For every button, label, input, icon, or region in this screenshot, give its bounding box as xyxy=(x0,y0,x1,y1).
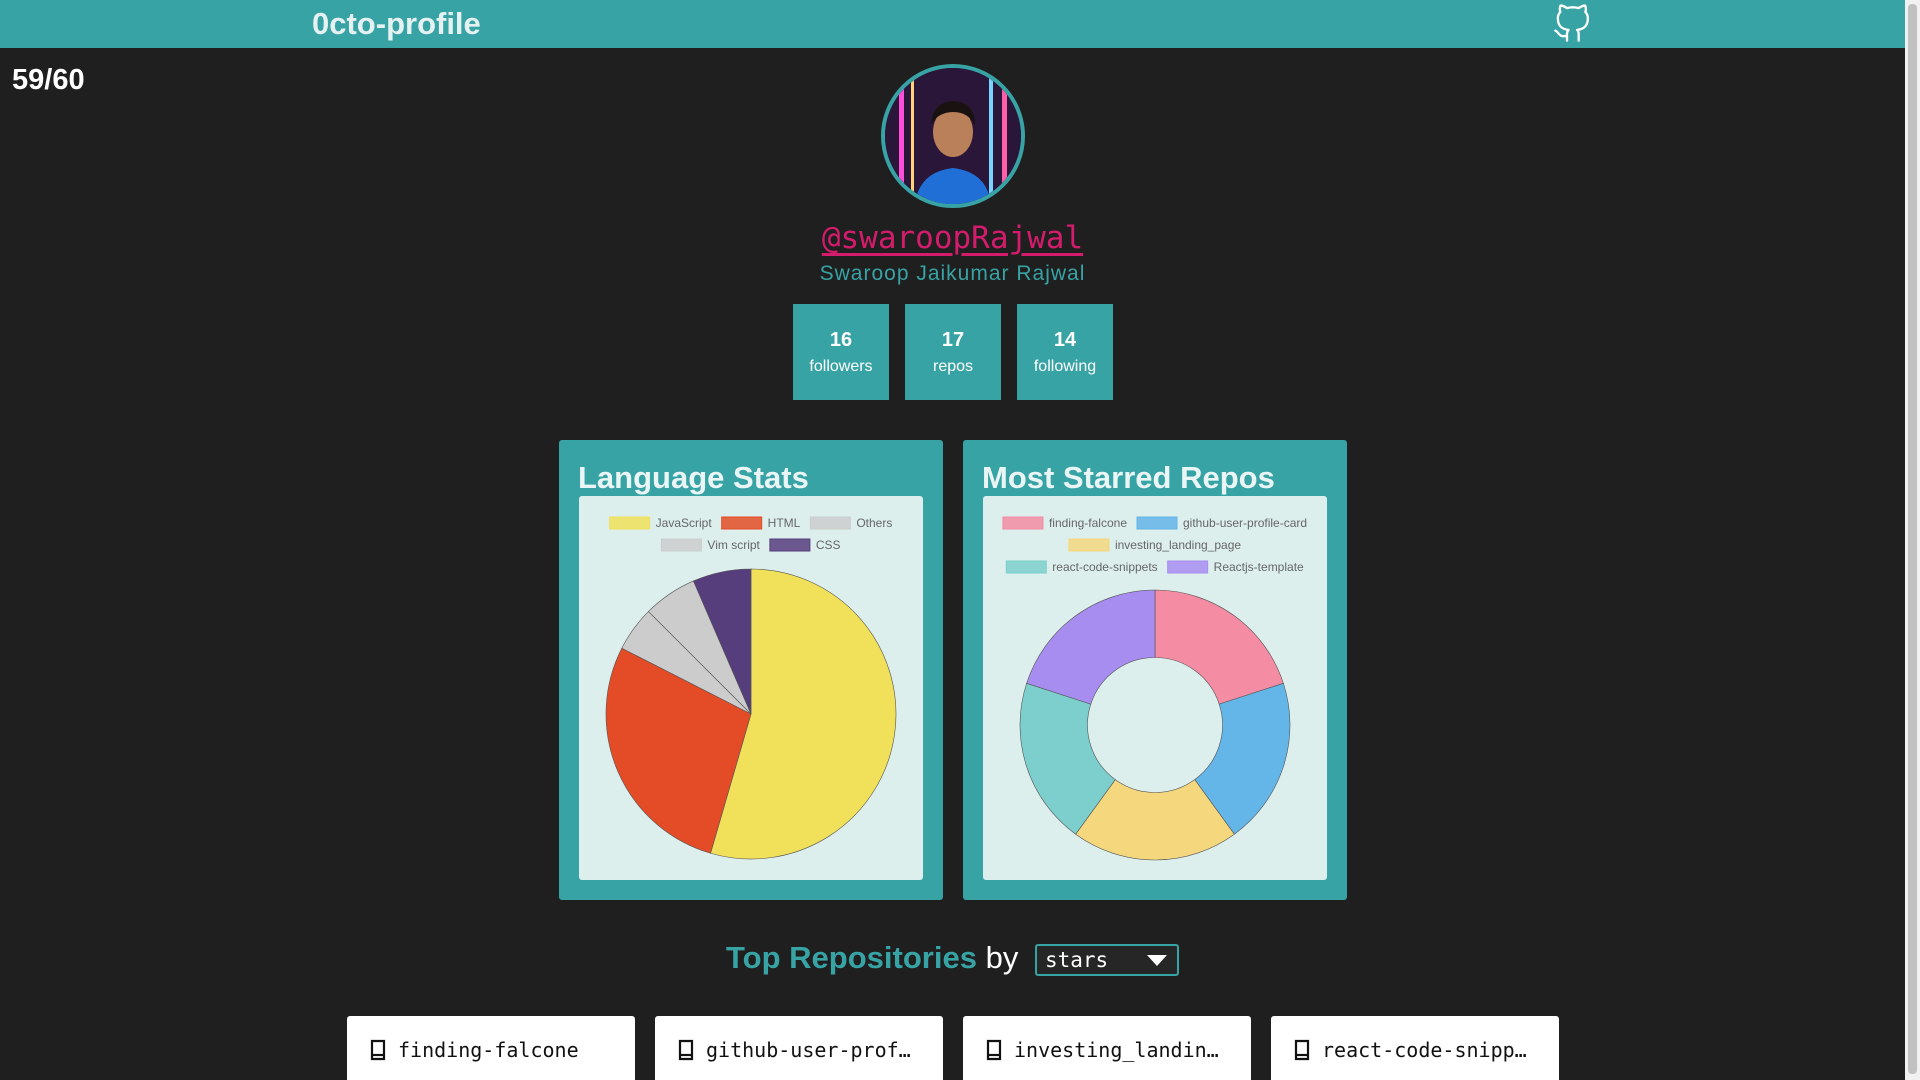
legend-swatch-github-user-profile-card[interactable] xyxy=(1136,516,1178,530)
top-navbar: 0cto-profile xyxy=(0,0,1905,48)
repo-card[interactable]: investing_landing_page xyxy=(963,1016,1251,1080)
legend-swatch-javascript[interactable] xyxy=(609,516,651,530)
language-stats-title: Language Stats xyxy=(578,460,809,495)
following-count: 14 xyxy=(1053,329,1077,351)
repo-name[interactable]: finding-falcone xyxy=(398,1038,613,1062)
legend-swatch-finding-falcone[interactable] xyxy=(1002,516,1044,530)
starred-chart-area: finding-falcone github-user-profile-card i… xyxy=(983,496,1327,880)
followers-label: followers xyxy=(809,358,873,375)
repo-name[interactable]: github-user-profile-card xyxy=(706,1038,921,1062)
book-icon xyxy=(370,1039,386,1061)
rate-limit-counter: 59/60 xyxy=(12,64,85,96)
legend-label-vim-script[interactable]: Vim script xyxy=(707,538,760,552)
repo-card[interactable]: finding-falcone xyxy=(347,1016,635,1080)
avatar xyxy=(881,64,1025,208)
repo-name[interactable]: react-code-snippets xyxy=(1322,1038,1537,1062)
most-starred-title: Most Starred Repos xyxy=(982,460,1275,495)
github-icon[interactable] xyxy=(1552,4,1592,44)
brand-title[interactable]: 0cto-profile xyxy=(312,6,481,42)
sort-select[interactable]: stars xyxy=(1034,943,1179,976)
legend-swatch-html[interactable] xyxy=(721,516,763,530)
repos-label: repos xyxy=(932,358,974,375)
legend-swatch-reactjs-template[interactable] xyxy=(1167,560,1209,574)
top-repos-title: Top Repositories xyxy=(726,940,977,975)
following-label: following xyxy=(1033,358,1097,375)
legend-label-github-user-profile-card[interactable]: github-user-profile-card xyxy=(1183,516,1307,530)
sort-select-value: stars xyxy=(1044,947,1109,972)
legend-swatch-vim-script[interactable] xyxy=(660,538,702,552)
legend-label-html[interactable]: HTML xyxy=(768,516,801,530)
starred-doughnut-chart: finding-falcone github-user-profile-card i… xyxy=(1002,516,1307,861)
repos-count: 17 xyxy=(941,329,965,351)
repo-name[interactable]: investing_landing_page xyxy=(1014,1038,1229,1062)
slice-finding-falcone[interactable] xyxy=(1154,589,1284,705)
legend-label-css[interactable]: CSS xyxy=(816,538,841,552)
followers-count: 16 xyxy=(829,329,853,351)
legend-label-investing-landing-page[interactable]: investing_landing_page xyxy=(1115,538,1241,552)
book-icon xyxy=(986,1039,1002,1061)
profile-login-link[interactable]: @swaroopRajwal xyxy=(0,220,1905,256)
legend-swatch-investing-landing-page[interactable] xyxy=(1068,538,1110,552)
following-stat: 14 following xyxy=(1017,304,1113,400)
avatar-image xyxy=(885,68,1021,204)
legend-swatch-others[interactable] xyxy=(809,516,851,530)
scrollbar-thumb[interactable] xyxy=(1908,4,1917,1074)
top-repos-heading: Top Repositories by stars xyxy=(0,940,1905,976)
repo-card[interactable]: react-code-snippets xyxy=(1271,1016,1559,1080)
legend-label-reactjs-template[interactable]: Reactjs-template xyxy=(1214,560,1304,574)
language-pie-chart: JavaScript HTML Others Vim script CSS xyxy=(605,516,897,860)
profile-full-name: Swaroop Jaikumar Rajwal xyxy=(819,262,1086,285)
book-icon xyxy=(1294,1039,1310,1061)
chevron-down-icon xyxy=(1146,954,1167,966)
top-repos-by: by xyxy=(985,940,1019,975)
legend-label-react-code-snippets[interactable]: react-code-snippets xyxy=(1052,560,1157,574)
most-starred-card: Most Starred Repos finding-falcone github… xyxy=(963,440,1347,900)
legend-swatch-css[interactable] xyxy=(769,538,811,552)
legend-label-others[interactable]: Others xyxy=(856,516,892,530)
language-stats-card: Language Stats JavaScript HTML Others Vim s… xyxy=(559,440,943,900)
language-chart-area: JavaScript HTML Others Vim script CSS xyxy=(579,496,923,880)
legend-swatch-react-code-snippets[interactable] xyxy=(1005,560,1047,574)
repos-stat: 17 repos xyxy=(905,304,1001,400)
repo-card[interactable]: github-user-profile-card xyxy=(655,1016,943,1080)
book-icon xyxy=(678,1039,694,1061)
legend-label-javascript[interactable]: JavaScript xyxy=(656,516,713,530)
legend-label-finding-falcone[interactable]: finding-falcone xyxy=(1049,516,1127,530)
slice-reactjs-template[interactable] xyxy=(1026,589,1156,705)
followers-stat: 16 followers xyxy=(793,304,889,400)
